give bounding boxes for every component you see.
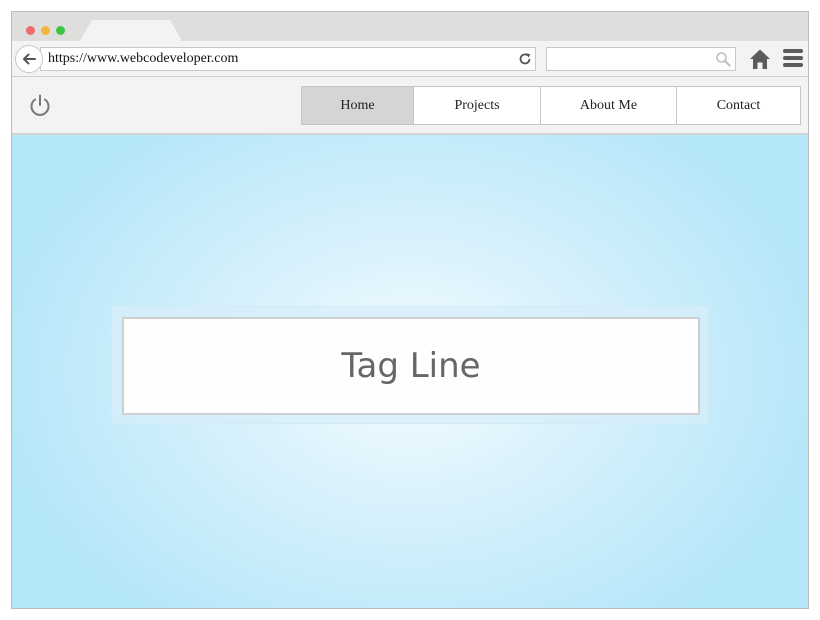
address-bar[interactable]: https://www.webcodeveloper.com [40, 47, 536, 71]
nav-item-contact[interactable]: Contact [676, 86, 801, 125]
nav-item-projects[interactable]: Projects [413, 86, 541, 125]
tagline-frame: Tag Line [111, 306, 709, 424]
browser-window: https://www.webcodeveloper.com Home Proj… [11, 11, 809, 609]
nav-item-about-me[interactable]: About Me [540, 86, 677, 125]
reload-icon[interactable] [517, 51, 533, 67]
power-icon[interactable] [28, 94, 52, 118]
site-navbar: Home Projects About Me Contact [12, 77, 808, 135]
tagline-text: Tag Line [341, 346, 481, 386]
browser-toolbar: https://www.webcodeveloper.com [12, 41, 808, 77]
tagline-box: Tag Line [122, 317, 700, 415]
browser-search-input[interactable] [546, 47, 736, 71]
close-window-dot[interactable] [26, 26, 35, 35]
maximize-window-dot[interactable] [56, 26, 65, 35]
hero-section: Tag Line [12, 135, 808, 608]
search-icon[interactable] [715, 51, 731, 67]
site-nav-menu: Home Projects About Me Contact [301, 86, 801, 125]
nav-item-home[interactable]: Home [301, 86, 414, 125]
arrow-left-icon [23, 53, 36, 65]
browser-titlebar [12, 12, 808, 41]
back-button[interactable] [15, 45, 43, 73]
browser-tab[interactable] [80, 20, 182, 41]
home-icon[interactable] [749, 48, 771, 70]
hamburger-menu-icon[interactable] [783, 48, 803, 68]
address-bar-url[interactable]: https://www.webcodeveloper.com [48, 51, 238, 67]
minimize-window-dot[interactable] [41, 26, 50, 35]
